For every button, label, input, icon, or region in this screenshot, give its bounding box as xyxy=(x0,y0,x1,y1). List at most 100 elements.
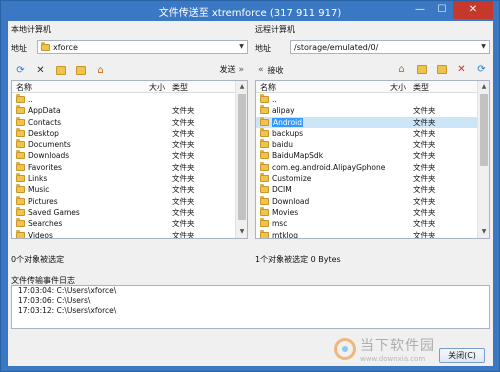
local-list-item[interactable]: Desktop 文件夹 xyxy=(12,127,235,139)
remote-list-item[interactable]: com.eg.android.AlipayGphone 文件夹 xyxy=(256,161,477,173)
item-type: 文件夹 xyxy=(172,128,195,138)
local-address-value: xforce xyxy=(53,42,78,52)
folder-icon xyxy=(260,195,269,205)
folder-icon xyxy=(41,41,50,51)
folder-icon xyxy=(16,184,25,194)
local-scrollbar[interactable]: ▲ ▼ xyxy=(235,81,247,238)
item-type: 文件夹 xyxy=(413,174,436,184)
local-list-item[interactable]: Favorites 文件夹 xyxy=(12,161,235,173)
item-name: Saved Games xyxy=(16,206,80,218)
folder-icon xyxy=(16,229,25,238)
remote-list-item[interactable]: BaiduMapSdk 文件夹 xyxy=(256,150,477,161)
send-arrow-icon: » xyxy=(238,64,244,75)
item-name: alipay xyxy=(260,105,295,116)
remote-list-item[interactable]: Customize 文件夹 xyxy=(256,173,477,184)
remote-list-item[interactable]: DCIM 文件夹 xyxy=(256,184,477,195)
remote-scrollbar[interactable]: ▲ ▼ xyxy=(477,81,489,238)
remote-col-type[interactable]: 类型 xyxy=(413,82,429,93)
local-list-item[interactable]: Documents 文件夹 xyxy=(12,139,235,150)
local-col-type[interactable]: 类型 xyxy=(172,82,188,93)
remote-list-item[interactable]: baidu 文件夹 xyxy=(256,139,477,150)
transfer-log[interactable]: 17:03:04: C:\Users\xforce\ 17:03:06: C:\… xyxy=(11,285,490,329)
watermark-title: 当下软件园 xyxy=(360,338,435,354)
local-address-field[interactable]: xforce ▼ xyxy=(37,40,248,54)
remote-status: 1个对象被选定 0 Bytes xyxy=(255,255,341,264)
close-button[interactable]: 关闭(C) xyxy=(439,348,485,363)
local-list-item[interactable]: Pictures 文件夹 xyxy=(12,195,235,207)
local-col-name[interactable]: 名称 xyxy=(16,82,32,93)
chevron-down-icon[interactable]: ▼ xyxy=(478,41,489,53)
folder-icon xyxy=(260,173,269,183)
local-list-item[interactable]: Links 文件夹 xyxy=(12,173,235,184)
remote-list-item[interactable]: mtklog 文件夹 xyxy=(256,229,477,238)
new-folder-icon[interactable] xyxy=(435,63,448,76)
home-icon[interactable]: ⌂ xyxy=(395,63,408,76)
folder-icon xyxy=(260,139,269,149)
scroll-up-icon[interactable]: ▲ xyxy=(478,81,489,93)
scroll-thumb[interactable] xyxy=(480,94,488,166)
local-list-item[interactable]: Videos 文件夹 xyxy=(12,229,235,239)
send-button[interactable]: 发送 » xyxy=(219,64,244,75)
local-list-header: 名称 大小 类型 xyxy=(12,81,235,93)
new-folder-icon[interactable] xyxy=(54,64,67,77)
remote-list-item[interactable]: .. xyxy=(256,94,477,105)
scroll-down-icon[interactable]: ▼ xyxy=(478,226,489,238)
remote-file-list[interactable]: 名称 大小 类型 .. alipay 文件夹 Android 文件夹 backups 文件夹… xyxy=(255,80,490,239)
remote-list-item[interactable]: Movies 文件夹 xyxy=(256,206,477,218)
scroll-thumb[interactable] xyxy=(238,94,246,220)
delete-icon[interactable]: ✕ xyxy=(455,63,468,76)
folder-icon xyxy=(16,218,25,228)
file-transfer-window: 文件传送至 xtremforce (317 911 917) — ☐ ✕ 本地计… xyxy=(0,0,500,372)
folder-up-icon[interactable] xyxy=(415,63,428,76)
folder-icon xyxy=(260,184,269,194)
chevron-down-icon[interactable]: ▼ xyxy=(236,41,247,53)
remote-list-item[interactable]: alipay 文件夹 xyxy=(256,105,477,116)
receive-arrow-icon: « xyxy=(258,65,264,75)
remote-address-field[interactable]: /storage/emulated/0/ ▼ xyxy=(290,40,490,54)
folder-icon xyxy=(260,105,269,115)
item-type: 文件夹 xyxy=(413,207,436,217)
home-icon[interactable]: ⌂ xyxy=(94,64,107,77)
watermark: 当下软件园 www.downxia.com xyxy=(334,335,435,363)
local-list-item[interactable]: Searches 文件夹 xyxy=(12,218,235,229)
remote-list-item[interactable]: backups 文件夹 xyxy=(256,127,477,139)
item-type: 文件夹 xyxy=(413,151,436,161)
item-type: 文件夹 xyxy=(172,117,195,127)
item-type: 文件夹 xyxy=(172,185,195,195)
remote-list-header: 名称 大小 类型 xyxy=(256,81,477,93)
maximize-button[interactable]: ☐ xyxy=(431,1,453,19)
title-bar[interactable]: 文件传送至 xtremforce (317 911 917) — ☐ ✕ xyxy=(1,1,499,20)
scroll-down-icon[interactable]: ▼ xyxy=(236,226,247,238)
refresh-icon[interactable]: ⟳ xyxy=(14,64,27,77)
item-name: Favorites xyxy=(16,161,62,173)
parent-folder-icon xyxy=(260,94,269,103)
client-area: 本地计算机 地址 xforce ▼ ⟳ ✕ ⌂ 发送 » 名称 大小 类型 ..… xyxy=(8,21,493,366)
receive-button[interactable]: « 接收 xyxy=(258,65,284,76)
log-line: 17:03:12: C:\Users\xforce\ xyxy=(18,306,117,315)
local-list-item[interactable]: Music 文件夹 xyxy=(12,184,235,195)
item-name: Movies xyxy=(260,206,298,218)
delete-icon[interactable]: ✕ xyxy=(34,64,47,77)
item-type: 文件夹 xyxy=(413,140,436,150)
local-file-list[interactable]: 名称 大小 类型 .. AppData 文件夹 Contacts 文件夹 Desktop 文… xyxy=(11,80,248,239)
remote-list-item[interactable]: msc 文件夹 xyxy=(256,218,477,229)
item-name: Searches xyxy=(16,218,62,229)
folder-up-icon[interactable] xyxy=(74,64,87,77)
local-list-item[interactable]: .. xyxy=(12,94,235,105)
item-name: backups xyxy=(260,127,303,139)
remote-col-name[interactable]: 名称 xyxy=(260,82,276,93)
close-window-button[interactable]: ✕ xyxy=(453,1,493,19)
remote-col-size[interactable]: 大小 xyxy=(390,82,406,93)
local-list-item[interactable]: AppData 文件夹 xyxy=(12,105,235,116)
local-col-size[interactable]: 大小 xyxy=(149,82,165,93)
local-list-item[interactable]: Downloads 文件夹 xyxy=(12,150,235,161)
remote-list-item[interactable]: Android 文件夹 xyxy=(256,116,477,128)
local-list-item[interactable]: Saved Games 文件夹 xyxy=(12,206,235,218)
scroll-up-icon[interactable]: ▲ xyxy=(236,81,247,93)
minimize-button[interactable]: — xyxy=(409,1,431,19)
remote-list-item[interactable]: Download 文件夹 xyxy=(256,195,477,207)
local-list-item[interactable]: Contacts 文件夹 xyxy=(12,116,235,128)
refresh-icon[interactable]: ⟳ xyxy=(475,63,488,76)
item-type: 文件夹 xyxy=(172,196,195,206)
item-type: 文件夹 xyxy=(172,230,195,239)
